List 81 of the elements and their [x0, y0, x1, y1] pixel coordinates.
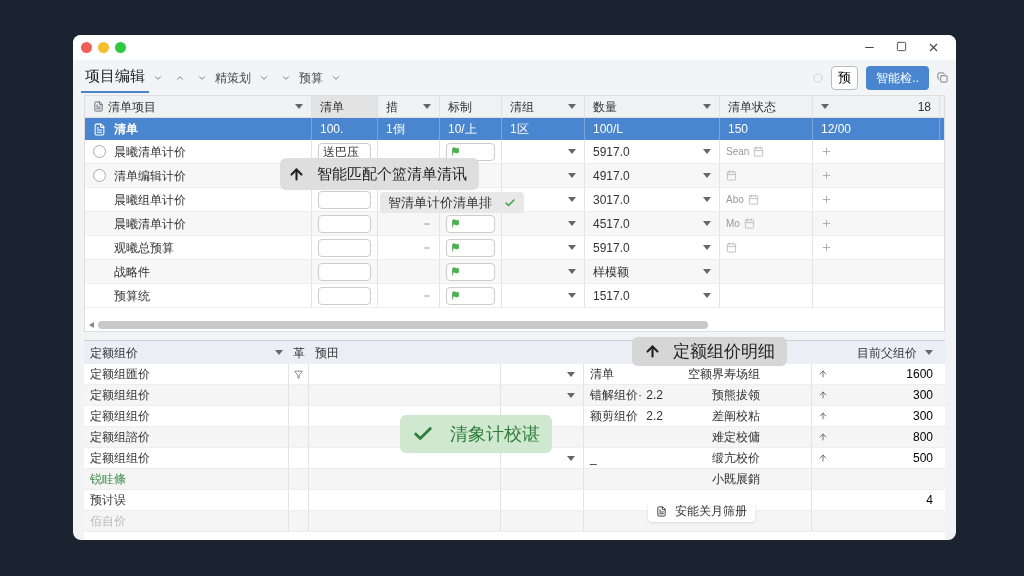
row-name: 清单 [114, 121, 138, 138]
row-name: 清单编辑计价 [114, 167, 186, 185]
column-header[interactable]: 清组 [510, 97, 534, 116]
suggestion-tooltip[interactable]: 智清单计价清单排 [380, 192, 524, 213]
detail-item[interactable]: 差阐校粘 [712, 407, 760, 425]
tooltip-text: 定额组价明细 [673, 340, 775, 363]
table-cell-text: 错解组价· [590, 387, 642, 404]
amount-cell-text: 4517.0 [593, 215, 630, 233]
table-row[interactable]: 战略件 样模额 [85, 260, 944, 284]
popup-menu[interactable]: 安能关月筛册 [648, 500, 755, 522]
tooltip-text: 智能匹配个篮清单清讯 [317, 163, 467, 184]
detail-item[interactable]: 难定校傭 [712, 428, 760, 446]
table-row[interactable]: 晨曦清单计价 4517.0 Mo [85, 212, 944, 236]
suggestion-text: 智清单计价清单排 [388, 193, 492, 212]
amount-cell-text: 5917.0 [593, 239, 630, 257]
table-cell-text: 清单 [590, 366, 614, 383]
table-row[interactable]: 预算统 1517.0 [85, 284, 944, 308]
table-row[interactable]: 观曦总预算 5917.0 [85, 236, 944, 260]
row-name: 晨曦组单计价 [114, 191, 186, 209]
table-cell-text: 10/上 [448, 121, 477, 138]
table-row[interactable]: 定额组组价 错解组价· 2.2 预熊拔领 300 [84, 385, 945, 406]
column-header[interactable]: 18 [917, 97, 931, 116]
column-header[interactable]: 清单项目 [108, 97, 156, 116]
table-cell-text: 1倒 [386, 121, 405, 138]
row-name: 观曦总预算 [114, 239, 174, 257]
column-header[interactable]: 革 [293, 343, 305, 362]
value-cell-text: 800 [912, 429, 933, 446]
detail-item[interactable]: 小既展銷 [712, 470, 760, 488]
toolbar-tab[interactable]: 精策划 [211, 62, 255, 93]
check-button[interactable]: 智能检.. [866, 65, 929, 90]
row-name: 定额组諮价 [90, 429, 150, 446]
detail-item[interactable]: 空额界寿场组 [688, 365, 760, 383]
column-header[interactable]: 清单状态 [728, 97, 776, 116]
row-name: 定额组组价 [90, 387, 150, 404]
table-cell-text: 150 [728, 121, 749, 138]
status-cell-text: Abo [726, 193, 744, 207]
table-row[interactable]: 晨曦清单计价 送巴压 5917.0 Sean [85, 140, 944, 164]
table-cell-text: 100/L [593, 121, 624, 138]
amount-cell-text: 4917.0 [593, 167, 630, 185]
row-name: 定额组匯价 [90, 366, 150, 383]
toolbar-tab[interactable]: 预算 [295, 62, 327, 93]
detail-item[interactable]: 缎亢校价 [712, 449, 760, 467]
row-name: 定额组组价 [90, 450, 150, 467]
row-name: 定额组组价 [90, 408, 150, 425]
status-cell-text: Sean [726, 145, 750, 159]
summary-header[interactable]: 目前父组价 [857, 343, 917, 362]
column-header[interactable]: 定额组价 [90, 343, 138, 362]
toolbar-tab[interactable]: 项目编辑 [81, 62, 149, 93]
amount-cell-text: 1517.0 [593, 287, 630, 305]
quantity-cell-text: 2.2 [646, 387, 663, 404]
row-name: 预讨误 [90, 492, 126, 509]
table-cell-text: 1区 [510, 121, 529, 138]
preview-button[interactable]: 预 [831, 65, 859, 90]
value-cell-text: 300 [912, 408, 933, 425]
value-cell-text: 1600 [906, 366, 933, 383]
column-header[interactable]: 标制 [448, 97, 472, 116]
table-row[interactable]: 定额组匯价 清单 空额界寿场组 1600 [84, 364, 945, 385]
row-name: 锐眭條 [90, 471, 126, 488]
row-name: 预算统 [114, 287, 150, 305]
value-cell-text: 500 [912, 450, 933, 467]
status-cell-text: Mo [726, 217, 740, 231]
amount-cell-text: 5917.0 [593, 143, 630, 161]
table-cell-text: 100. [320, 121, 344, 138]
table-row[interactable]: 定额组组价 _ 缎亢校价 500 [84, 448, 945, 469]
quantity-cell-text: 2.2 [646, 408, 663, 425]
detail-item[interactable]: 预熊拔领 [712, 386, 760, 404]
value-cell-text: 300 [912, 387, 933, 404]
column-header[interactable]: 措 [386, 97, 398, 116]
row-name: 晨曦清单计价 [114, 215, 186, 233]
amount-cell-text: 3017.0 [593, 191, 630, 209]
table-cell-text: _ [590, 450, 597, 467]
row-name: 晨曦清单计价 [114, 143, 186, 161]
amount-cell-text: 样模额 [593, 263, 629, 281]
table-row[interactable]: 清单 100. 1倒 10/上 1区 100/L 150 12/00 [85, 118, 944, 140]
row-name: 战略件 [114, 263, 150, 281]
column-header[interactable]: 数量 [593, 97, 617, 116]
value-cell-text: 4 [926, 492, 933, 509]
table-row[interactable]: 锐眭條 小既展銷 [84, 469, 945, 490]
column-header[interactable]: 预田 [315, 343, 339, 362]
table-cell-text: 额剪组价 [590, 408, 638, 425]
table-cell-text: 12/00 [821, 121, 852, 138]
